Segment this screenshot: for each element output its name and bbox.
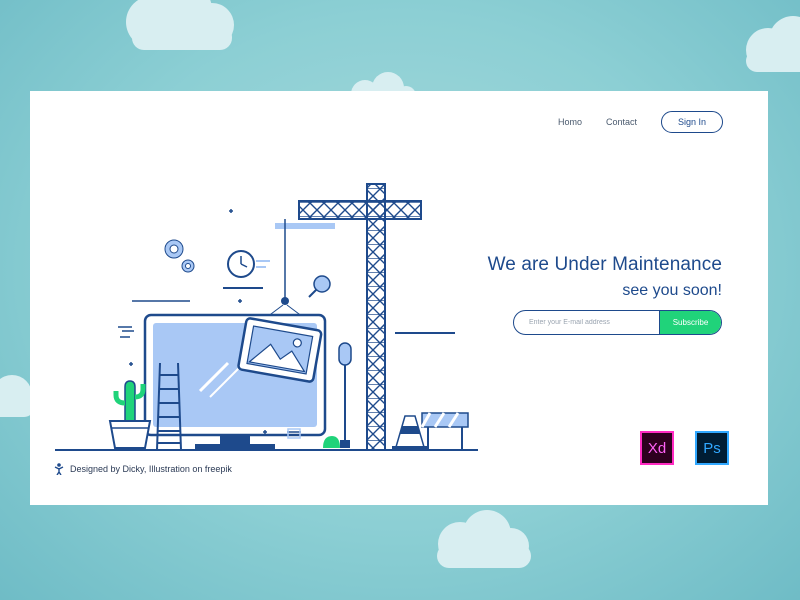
cloud-decoration [126, 0, 234, 50]
magnifier-icon [308, 275, 331, 298]
page-title: We are Under Maintenance [487, 254, 722, 275]
top-nav: Homo Contact Sign In [558, 109, 723, 135]
email-input[interactable] [514, 311, 659, 334]
cloud-decoration [746, 16, 800, 72]
adobe-xd-icon: Xd [640, 431, 674, 465]
adobe-photoshop-icon: Ps [695, 431, 729, 465]
lamp-post-icon [323, 342, 352, 448]
nav-home-link[interactable]: Homo [558, 117, 582, 127]
construction-illustration [55, 183, 478, 451]
subscribe-form: Subscribe [513, 310, 722, 335]
clock-icon [223, 250, 270, 289]
barricade-icon [420, 412, 469, 450]
designer-credit: Designed by Dicky, Illustration on freep… [54, 463, 232, 475]
credit-text: Designed by Dicky, Illustration on freep… [70, 464, 232, 474]
page-subtitle: see you soon! [622, 282, 722, 299]
sign-in-button[interactable]: Sign In [661, 111, 723, 133]
gear-icon [164, 239, 195, 273]
nav-contact-link[interactable]: Contact [606, 117, 637, 127]
designer-figure-icon [54, 463, 64, 475]
subscribe-button[interactable]: Subscribe [659, 311, 721, 334]
cloud-decoration [437, 510, 531, 568]
maintenance-card: Homo Contact Sign In We are Under Mainte… [30, 91, 768, 505]
